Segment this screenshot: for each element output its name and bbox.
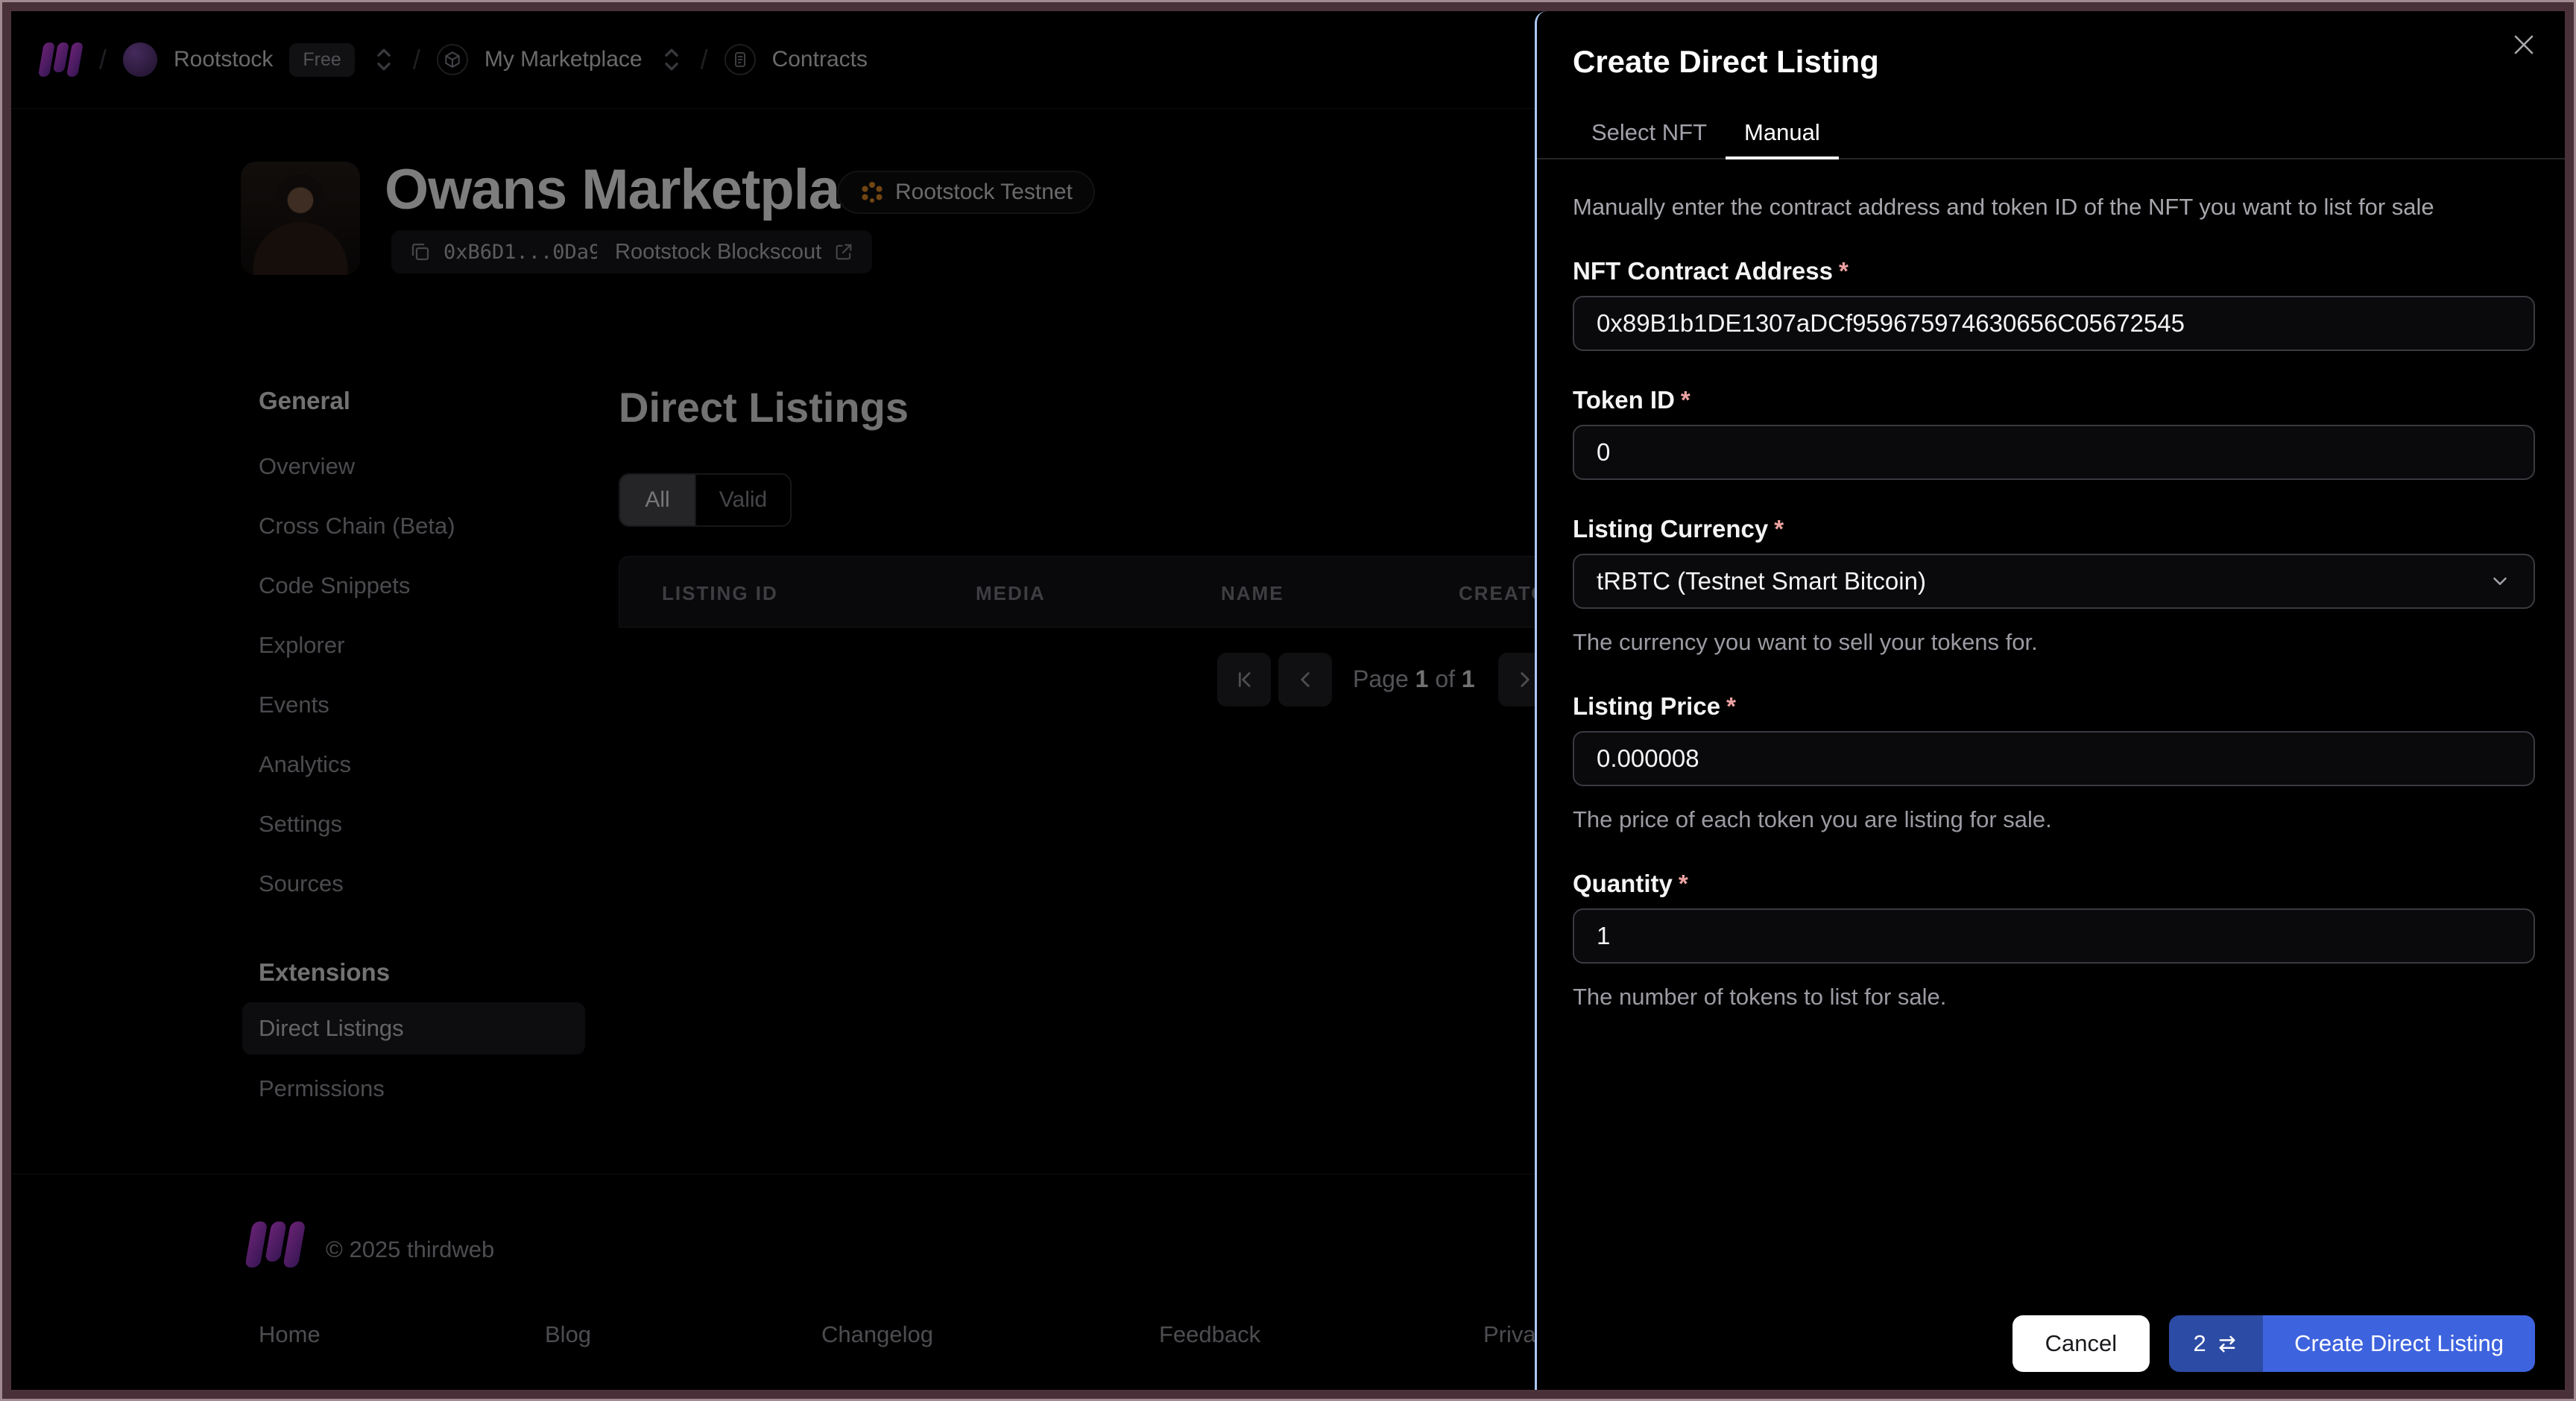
listing-currency-value: tRBTC (Testnet Smart Bitcoin) [1597,567,1926,595]
form-description: Manually enter the contract address and … [1573,194,2434,220]
tab-manual[interactable]: Manual [1726,107,1839,159]
nft-contract-address-label: NFT Contract Address * [1573,257,1849,285]
app-root: / Rootstock Free / My Marketplace / Cont… [11,11,2565,1390]
tx-count-badge: 2 [2169,1315,2264,1372]
swap-arrows-icon [2215,1332,2239,1356]
required-asterisk: * [1678,870,1688,897]
listing-price-label: Listing Price * [1573,692,1736,720]
create-direct-listing-drawer: Create Direct Listing Select NFT Manual … [1535,11,2565,1390]
chevron-down-icon [2489,570,2511,592]
submit-button-group: 2 Create Direct Listing [2169,1315,2535,1372]
token-id-input[interactable] [1573,425,2535,480]
quantity-input[interactable] [1573,908,2535,964]
tx-count: 2 [2193,1330,2206,1356]
quantity-label: Quantity * [1573,870,1688,897]
required-asterisk: * [1774,515,1784,543]
listing-price-input[interactable] [1573,731,2535,786]
close-icon[interactable] [2510,31,2538,59]
required-asterisk: * [1680,386,1690,414]
required-asterisk: * [1838,257,1849,285]
listing-price-helper: The price of each token you are listing … [1573,806,2052,832]
listing-currency-select[interactable]: tRBTC (Testnet Smart Bitcoin) [1573,554,2535,609]
drawer-tabs: Select NFT Manual [1537,107,2565,159]
create-direct-listing-button[interactable]: Create Direct Listing [2263,1315,2535,1372]
nft-contract-address-input[interactable] [1573,296,2535,351]
cancel-button[interactable]: Cancel [2012,1315,2150,1372]
tabs-divider [1537,158,2565,159]
token-id-label: Token ID * [1573,386,1690,414]
quantity-helper: The number of tokens to list for sale. [1573,984,1947,1010]
tab-select-nft[interactable]: Select NFT [1573,107,1726,159]
manual-listing-form: Manually enter the contract address and … [1573,192,2535,1012]
drawer-title: Create Direct Listing [1573,44,1879,79]
listing-currency-label: Listing Currency * [1573,515,1784,543]
browser-frame: / Rootstock Free / My Marketplace / Cont… [0,0,2576,1401]
drawer-footer: Cancel 2 Create Direct Listing [2012,1315,2535,1372]
listing-currency-helper: The currency you want to sell your token… [1573,629,2038,655]
required-asterisk: * [1726,692,1736,720]
